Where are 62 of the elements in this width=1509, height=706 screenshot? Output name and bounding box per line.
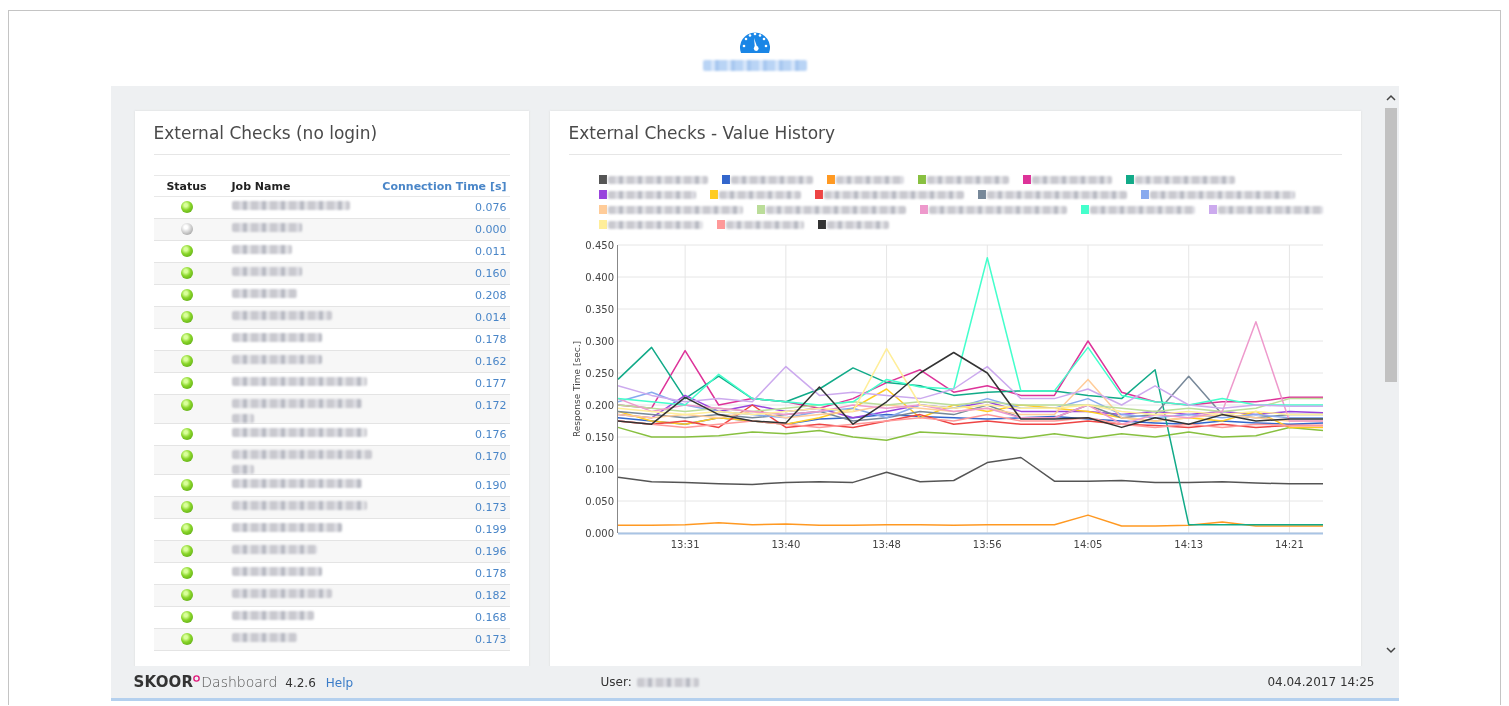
connection-time: 0.178 (475, 567, 507, 580)
chevron-up-icon[interactable] (1385, 94, 1396, 102)
connection-time: 0.190 (475, 479, 507, 492)
connection-time: 0.000 (475, 223, 507, 236)
connection-time: 0.199 (475, 523, 507, 536)
connection-time: 0.160 (475, 267, 507, 280)
connection-time: 0.173 (475, 633, 507, 646)
panel-title: External Checks (no login) (153, 123, 510, 155)
connection-time: 0.208 (475, 289, 507, 302)
version-label: 4.2.6 (285, 676, 316, 690)
tick-label: 0.000 (584, 528, 614, 539)
help-link[interactable]: Help (325, 676, 354, 690)
redacted-text (835, 175, 904, 184)
date-time: 04.04.2017 14:25 (1266, 675, 1375, 689)
ring-icon (193, 675, 201, 682)
redacted-text (636, 677, 699, 687)
tick-label: 13:40 (770, 539, 800, 550)
tick-label: 0.150 (584, 432, 614, 443)
redacted-text (231, 633, 297, 642)
redacted-text (231, 245, 292, 254)
tick-label: 0.100 (584, 464, 614, 475)
tick-label: 0.350 (584, 304, 614, 315)
product-name: Dashboard (201, 674, 278, 690)
redacted-text (231, 414, 254, 423)
redacted-text (231, 267, 302, 276)
chevron-down-icon[interactable] (1385, 646, 1396, 654)
tick-label: 14:05 (1073, 539, 1102, 550)
axis-title: Response Time [sec.] (571, 341, 582, 437)
tick-label: 0.450 (584, 240, 614, 251)
connection-time: 0.196 (475, 545, 507, 558)
tick-label: 0.200 (584, 400, 614, 411)
connection-time: 0.162 (475, 355, 507, 368)
tick-label: 0.050 (584, 496, 614, 507)
column-header: Job Name (219, 175, 378, 197)
tick-label: 13:56 (972, 539, 1002, 550)
tick-label: 0.300 (584, 336, 614, 347)
redacted-text (231, 223, 302, 232)
redacted-text (231, 465, 254, 474)
connection-time: 0.168 (475, 611, 507, 624)
tick-label: 14:21 (1274, 539, 1304, 550)
tick-label: 14:13 (1173, 539, 1203, 550)
connection-time: 0.076 (475, 201, 507, 214)
connection-time: 0.014 (475, 311, 507, 324)
column-header: Status (153, 175, 220, 197)
panel-title: External Checks - Value History (568, 123, 1342, 155)
connection-time: 0.177 (475, 377, 507, 390)
brand-name: SKOOR (133, 673, 194, 691)
connection-time: 0.176 (475, 428, 507, 441)
connection-time: 0.011 (475, 245, 507, 258)
column-header: Connection Time [s] (377, 175, 510, 197)
connection-time: 0.182 (475, 589, 507, 602)
tick-label: 0.250 (584, 368, 614, 379)
user-label: User: (600, 675, 632, 689)
redacted-text (231, 289, 297, 298)
tick-label: 13:48 (871, 539, 901, 550)
tick-label: 13:31 (670, 539, 700, 550)
connection-time: 0.170 (475, 450, 507, 463)
connection-time: 0.172 (475, 399, 507, 412)
tick-label: 0.400 (584, 272, 614, 283)
connection-time: 0.173 (475, 501, 507, 514)
connection-time: 0.178 (475, 333, 507, 346)
redacted-text (826, 220, 889, 229)
